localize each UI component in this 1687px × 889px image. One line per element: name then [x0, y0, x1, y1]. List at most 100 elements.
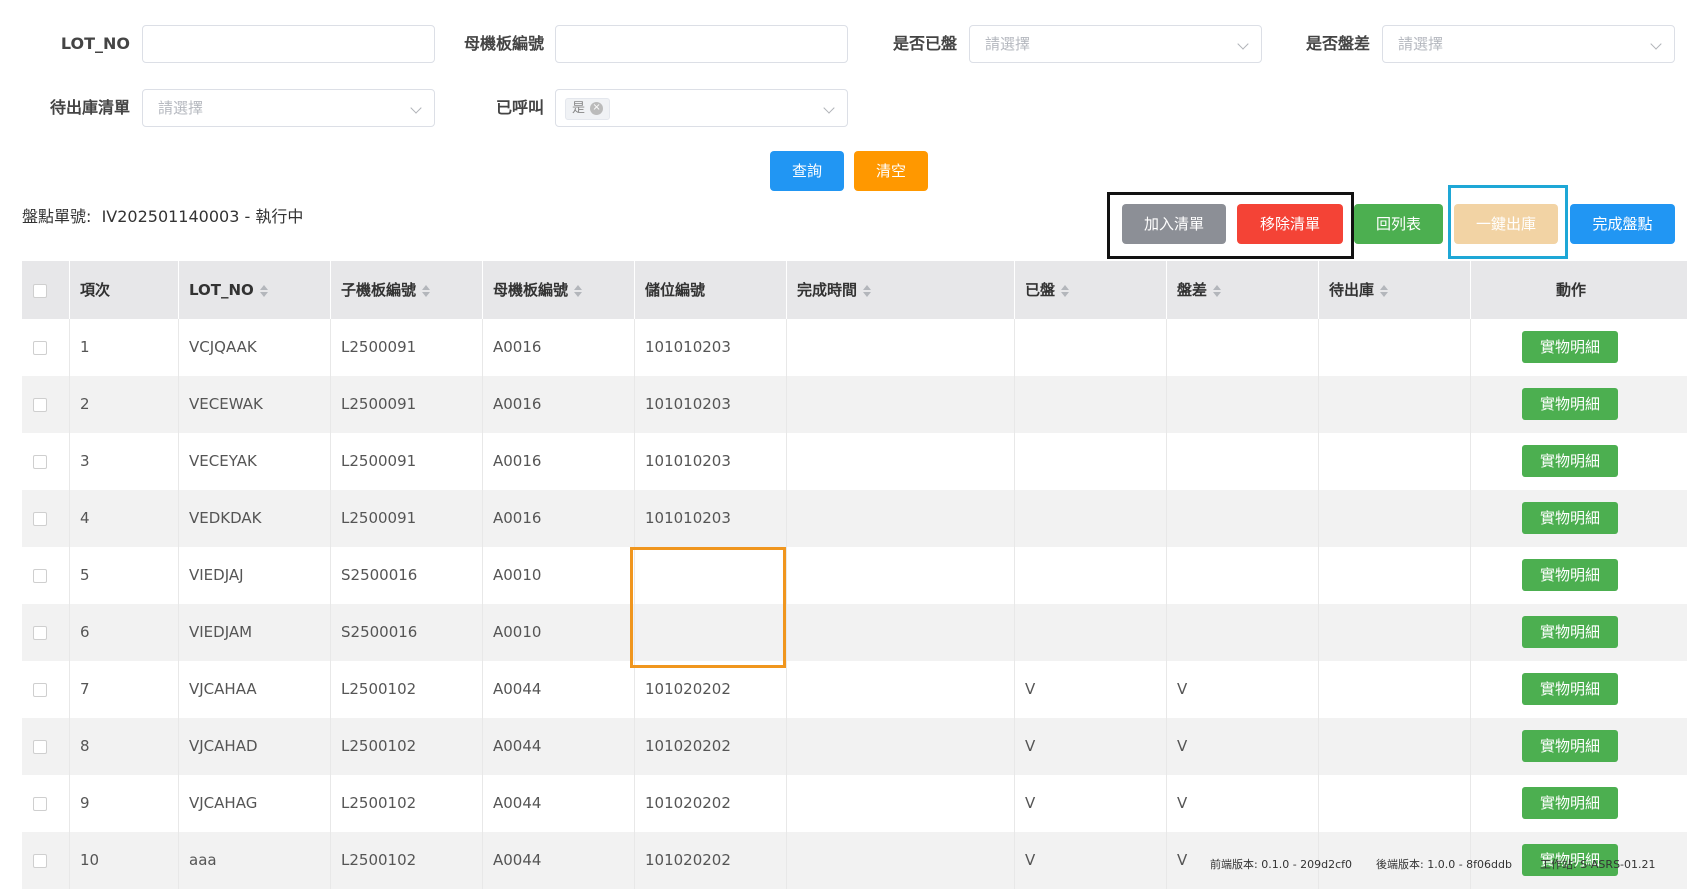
cell-pending [1319, 718, 1471, 775]
header-lot-no[interactable]: LOT_NO [179, 261, 331, 319]
close-icon[interactable]: × [590, 102, 604, 115]
cell-pending [1319, 376, 1471, 433]
cell-loc: 101010203 [635, 490, 787, 547]
cell-loc: 101010203 [635, 376, 787, 433]
row-checkbox[interactable] [33, 512, 47, 526]
sort-icon[interactable] [1380, 284, 1389, 297]
table-row: 6 VIEDJAM S2500016 A0010 實物明細 [22, 604, 1687, 661]
detail-button[interactable]: 實物明細 [1522, 445, 1618, 477]
cell-time [787, 376, 1015, 433]
header-pending[interactable]: 待出庫 [1319, 261, 1471, 319]
diff-label: 是否盤差 [1305, 34, 1370, 53]
cell-pending [1319, 490, 1471, 547]
parent-board-input[interactable] [555, 25, 848, 63]
header-parent-board[interactable]: 母機板編號 [483, 261, 635, 319]
row-select-cell [22, 547, 70, 604]
cell-loc: 101010203 [635, 319, 787, 376]
pending-list-select[interactable]: 請選擇 [142, 89, 435, 127]
detail-button[interactable]: 實物明細 [1522, 331, 1618, 363]
sort-icon[interactable] [422, 284, 431, 297]
add-list-button[interactable]: 加入清單 [1122, 204, 1226, 244]
cell-time [787, 661, 1015, 718]
header-diff[interactable]: 盤差 [1167, 261, 1319, 319]
counted-select[interactable]: 請選擇 [969, 25, 1262, 63]
cell-diff: V [1167, 775, 1319, 832]
cell-child: L2500091 [331, 319, 483, 376]
row-checkbox[interactable] [33, 683, 47, 697]
detail-button[interactable]: 實物明細 [1522, 730, 1618, 762]
finish-count-button[interactable]: 完成盤點 [1570, 204, 1675, 244]
query-button[interactable]: 查詢 [770, 151, 844, 191]
cell-diff [1167, 319, 1319, 376]
cell-loc [635, 547, 787, 604]
cell-parent: A0044 [483, 832, 635, 889]
detail-button[interactable]: 實物明細 [1522, 559, 1618, 591]
cell-lot: VJCAHAG [179, 775, 331, 832]
row-checkbox[interactable] [33, 455, 47, 469]
cell-child: L2500091 [331, 376, 483, 433]
cell-diff [1167, 433, 1319, 490]
cell-lot: VECEWAK [179, 376, 331, 433]
sort-icon[interactable] [259, 284, 268, 297]
called-tag-label: 是 [572, 101, 586, 116]
cell-counted [1015, 433, 1167, 490]
row-checkbox[interactable] [33, 740, 47, 754]
sort-icon[interactable] [1213, 284, 1222, 297]
cell-lot: VJCAHAA [179, 661, 331, 718]
cell-item: 7 [70, 661, 179, 718]
detail-button[interactable]: 實物明細 [1522, 787, 1618, 819]
row-checkbox[interactable] [33, 398, 47, 412]
sort-icon[interactable] [574, 284, 583, 297]
cell-parent: A0010 [483, 604, 635, 661]
cell-lot: VCJQAAK [179, 319, 331, 376]
row-select-cell [22, 718, 70, 775]
header-counted[interactable]: 已盤 [1015, 261, 1167, 319]
cell-time [787, 604, 1015, 661]
lot-no-input[interactable] [142, 25, 435, 63]
counted-label: 是否已盤 [892, 34, 957, 53]
cell-child: L2500091 [331, 490, 483, 547]
row-checkbox[interactable] [33, 626, 47, 640]
diff-select[interactable]: 請選擇 [1382, 25, 1675, 63]
cell-lot: aaa [179, 832, 331, 889]
one-click-out-button[interactable]: 一鍵出庫 [1454, 204, 1558, 244]
row-checkbox[interactable] [33, 569, 47, 583]
counted-placeholder: 請選擇 [985, 35, 1031, 53]
remove-list-button[interactable]: 移除清單 [1237, 204, 1343, 244]
select-all-checkbox[interactable] [33, 284, 47, 298]
cell-lot: VJCAHAD [179, 718, 331, 775]
header-child-board-label: 子機板編號 [341, 281, 417, 299]
clear-button[interactable]: 清空 [854, 151, 928, 191]
header-lot-no-label: LOT_NO [189, 281, 254, 299]
cell-time [787, 433, 1015, 490]
detail-button[interactable]: 實物明細 [1522, 673, 1618, 705]
header-diff-label: 盤差 [1177, 281, 1208, 299]
select-all-cell [22, 261, 70, 319]
cell-time [787, 319, 1015, 376]
back-list-button[interactable]: 回列表 [1354, 204, 1443, 244]
row-select-cell [22, 319, 70, 376]
table-row: 8 VJCAHAD L2500102 A0044 101020202 V V 實物明細 [22, 718, 1687, 775]
header-pending-label: 待出庫 [1329, 281, 1375, 299]
cell-item: 5 [70, 547, 179, 604]
chevron-down-icon [1650, 38, 1662, 50]
detail-button[interactable]: 實物明細 [1522, 502, 1618, 534]
table-row: 5 VIEDJAJ S2500016 A0010 實物明細 [22, 547, 1687, 604]
sort-icon[interactable] [1061, 284, 1070, 297]
cell-item: 3 [70, 433, 179, 490]
chevron-down-icon [823, 102, 835, 114]
detail-button[interactable]: 實物明細 [1522, 388, 1618, 420]
cell-loc: 101020202 [635, 718, 787, 775]
detail-button[interactable]: 實物明細 [1522, 616, 1618, 648]
cell-diff [1167, 547, 1319, 604]
header-child-board[interactable]: 子機板編號 [331, 261, 483, 319]
sort-icon[interactable] [863, 284, 872, 297]
cell-child: L2500102 [331, 775, 483, 832]
row-checkbox[interactable] [33, 341, 47, 355]
called-select[interactable]: 是 × [555, 89, 848, 127]
row-select-cell [22, 490, 70, 547]
cell-item: 8 [70, 718, 179, 775]
row-checkbox[interactable] [33, 797, 47, 811]
row-checkbox[interactable] [33, 854, 47, 868]
header-done-time[interactable]: 完成時間 [787, 261, 1015, 319]
